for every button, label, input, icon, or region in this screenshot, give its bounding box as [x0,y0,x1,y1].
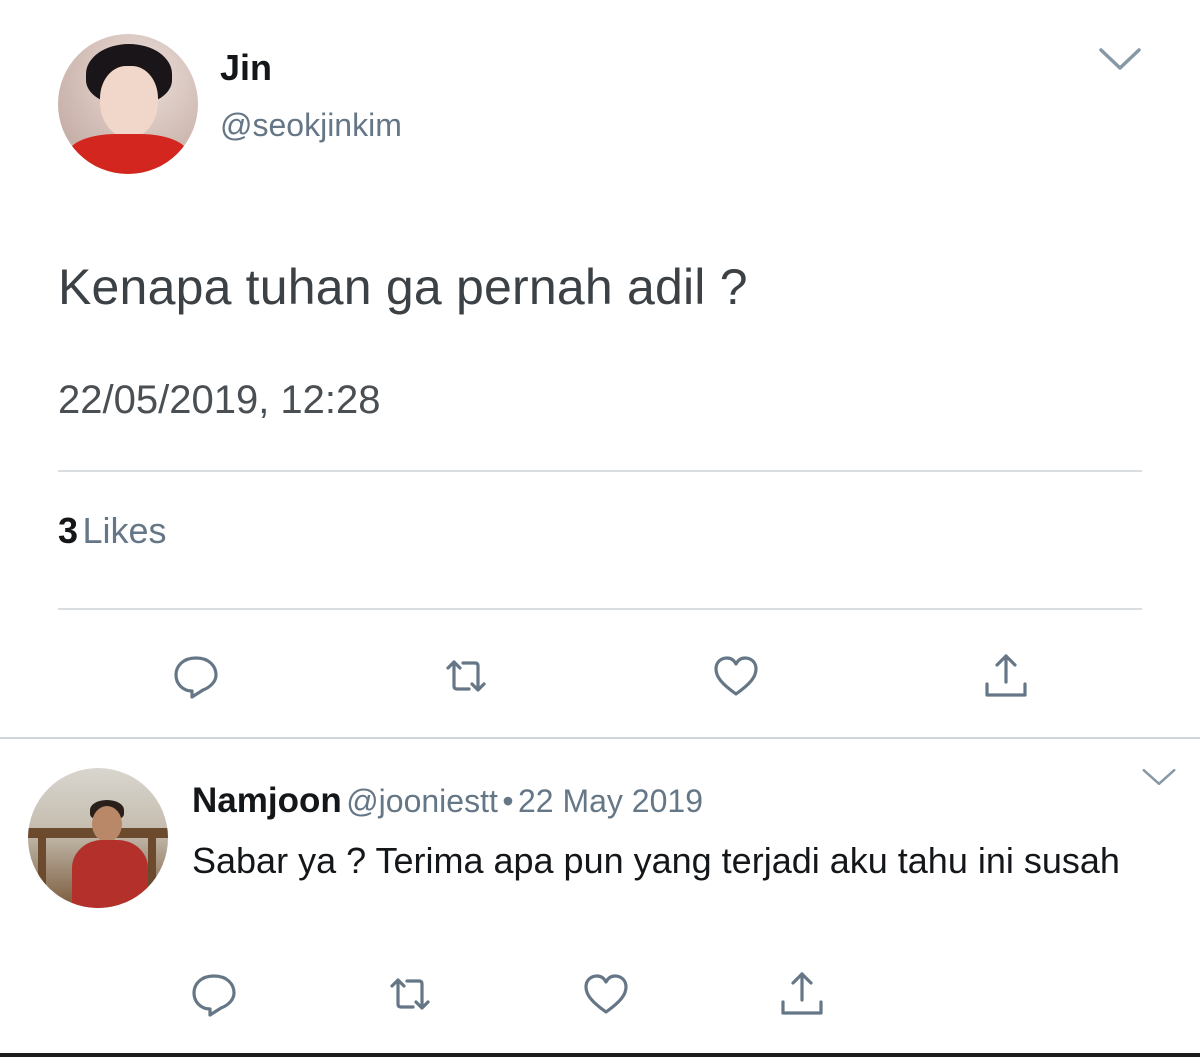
reply-author-name[interactable]: Namjoon [192,781,342,820]
divider [58,608,1142,610]
retweet-icon[interactable] [382,966,438,1022]
reply-author-avatar[interactable] [28,768,168,908]
tweet-text: Kenapa tuhan ga pernah adil ? [58,259,748,315]
divider [58,470,1142,472]
likes-summary[interactable]: 3 Likes [58,510,167,552]
share-icon[interactable] [774,966,830,1022]
reply-text: Sabar ya ? Terima apa pun yang terjadi a… [192,840,1120,881]
author-avatar[interactable] [58,34,198,174]
likes-count: 3 [58,510,79,551]
author-handle[interactable]: @seokjinkim [220,107,402,144]
share-icon[interactable] [978,648,1034,704]
chevron-down-icon[interactable] [1098,46,1142,77]
meta-separator: • [502,783,514,819]
divider [0,737,1200,739]
tweet-timestamp[interactable]: 22/05/2019, 12:28 [58,378,381,423]
reply-header: Namjoon @jooniestt • 22 May 2019 [192,781,703,821]
retweet-icon[interactable] [438,648,494,704]
chevron-down-icon[interactable] [1140,766,1178,793]
reply-icon[interactable] [168,648,224,704]
like-icon[interactable] [578,966,634,1022]
author-name[interactable]: Jin [220,47,272,89]
reply-icon[interactable] [186,966,242,1022]
bottom-border [0,1053,1200,1057]
reply-author-handle[interactable]: @jooniestt [346,783,498,819]
likes-label: Likes [82,510,167,551]
like-icon[interactable] [708,648,764,704]
reply-date[interactable]: 22 May 2019 [518,783,703,819]
